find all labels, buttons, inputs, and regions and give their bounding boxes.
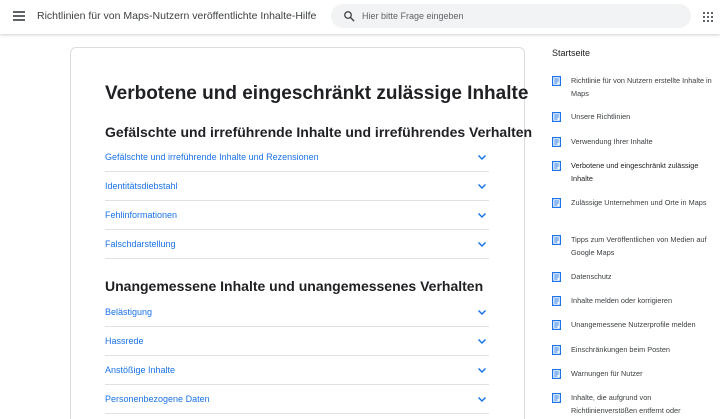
document-icon <box>552 76 561 86</box>
document-icon <box>552 235 561 245</box>
document-icon <box>552 393 561 403</box>
accordion-label[interactable]: Belästigung <box>105 307 152 317</box>
document-icon <box>552 161 561 171</box>
chevron-down-icon[interactable] <box>477 210 487 220</box>
accordion-label[interactable]: Anstößige Inhalte <box>105 365 175 375</box>
accordion-label[interactable]: Hassrede <box>105 336 144 346</box>
search-icon[interactable] <box>343 10 355 22</box>
document-icon <box>552 272 561 282</box>
page-title: Verbotene und eingeschränkt zulässige In… <box>105 83 529 104</box>
sidebar-item-label[interactable]: Richtlinie für von Nutzern erstellte Inh… <box>571 75 716 100</box>
hamburger-menu-icon[interactable] <box>13 11 25 21</box>
accordion-label[interactable]: Personenbezogene Daten <box>105 394 210 404</box>
chevron-down-icon[interactable] <box>477 239 487 249</box>
top-app-bar: Richtlinien für von Maps-Nutzern veröffe… <box>0 0 720 34</box>
document-icon <box>552 369 561 379</box>
accordion-item[interactable]: Anstößige Inhalte <box>105 357 489 385</box>
chevron-down-icon[interactable] <box>477 365 487 375</box>
accordion-item[interactable]: Belästigung <box>105 299 489 327</box>
document-icon <box>552 198 561 208</box>
sidebar-item-label[interactable]: Tipps zum Veröffentlichen von Medien auf… <box>571 234 716 259</box>
accordion-item[interactable]: Personenbezogene Daten <box>105 386 489 414</box>
document-icon <box>552 320 561 330</box>
document-icon <box>552 296 561 306</box>
sidebar-home-link[interactable]: Startseite <box>552 48 590 58</box>
help-center-title[interactable]: Richtlinien für von Maps-Nutzern veröffe… <box>37 10 316 22</box>
accordion-label[interactable]: Gefälschte und irreführende Inhalte und … <box>105 152 319 162</box>
apps-grid-icon[interactable] <box>703 12 713 22</box>
sidebar-item-label[interactable]: Zulässige Unternehmen und Orte in Maps <box>571 197 716 210</box>
accordion-item[interactable]: Identitätsdiebstahl <box>105 173 489 201</box>
chevron-down-icon[interactable] <box>477 307 487 317</box>
section-title-inappropriate: Unangemessene Inhalte und unangemessenes… <box>105 278 484 294</box>
accordion-label[interactable]: Falschdarstellung <box>105 239 176 249</box>
document-icon <box>552 345 561 355</box>
chevron-down-icon[interactable] <box>477 152 487 162</box>
document-icon <box>552 137 561 147</box>
search-box[interactable] <box>331 4 691 28</box>
sidebar-item-label[interactable]: Datenschutz <box>571 271 716 284</box>
sidebar-item-label[interactable]: Verwendung Ihrer Inhalte <box>571 136 716 149</box>
chevron-down-icon[interactable] <box>477 336 487 346</box>
accordion-label[interactable]: Identitätsdiebstahl <box>105 181 178 191</box>
sidebar-item-label[interactable]: Verbotene und eingeschränkt zulässige In… <box>571 160 716 185</box>
accordion-item[interactable]: Fehlinformationen <box>105 202 489 230</box>
document-icon <box>552 112 561 122</box>
section-title-deceptive: Gefälschte und irreführende Inhalte und … <box>105 124 533 140</box>
accordion-item[interactable]: Hassrede <box>105 328 489 356</box>
chevron-down-icon[interactable] <box>477 181 487 191</box>
accordion-item[interactable]: Falschdarstellung <box>105 231 489 259</box>
sidebar-item-label[interactable]: Warnungen für Nutzer <box>571 368 716 381</box>
accordion-label[interactable]: Fehlinformationen <box>105 210 177 220</box>
sidebar-item-label[interactable]: Unsere Richtlinien <box>571 111 716 124</box>
chevron-down-icon[interactable] <box>477 394 487 404</box>
sidebar-item-label[interactable]: Einschränkungen beim Posten <box>571 344 716 357</box>
sidebar-item-label[interactable]: Inhalte, die aufgrund von Richtlinienver… <box>571 392 716 417</box>
sidebar-item-label[interactable]: Unangemessene Nutzerprofile melden <box>571 319 716 332</box>
sidebar-item-label[interactable]: Inhalte melden oder korrigieren <box>571 295 716 308</box>
accordion-item[interactable]: Gefälschte und irreführende Inhalte und … <box>105 144 489 172</box>
search-input[interactable] <box>362 4 682 28</box>
